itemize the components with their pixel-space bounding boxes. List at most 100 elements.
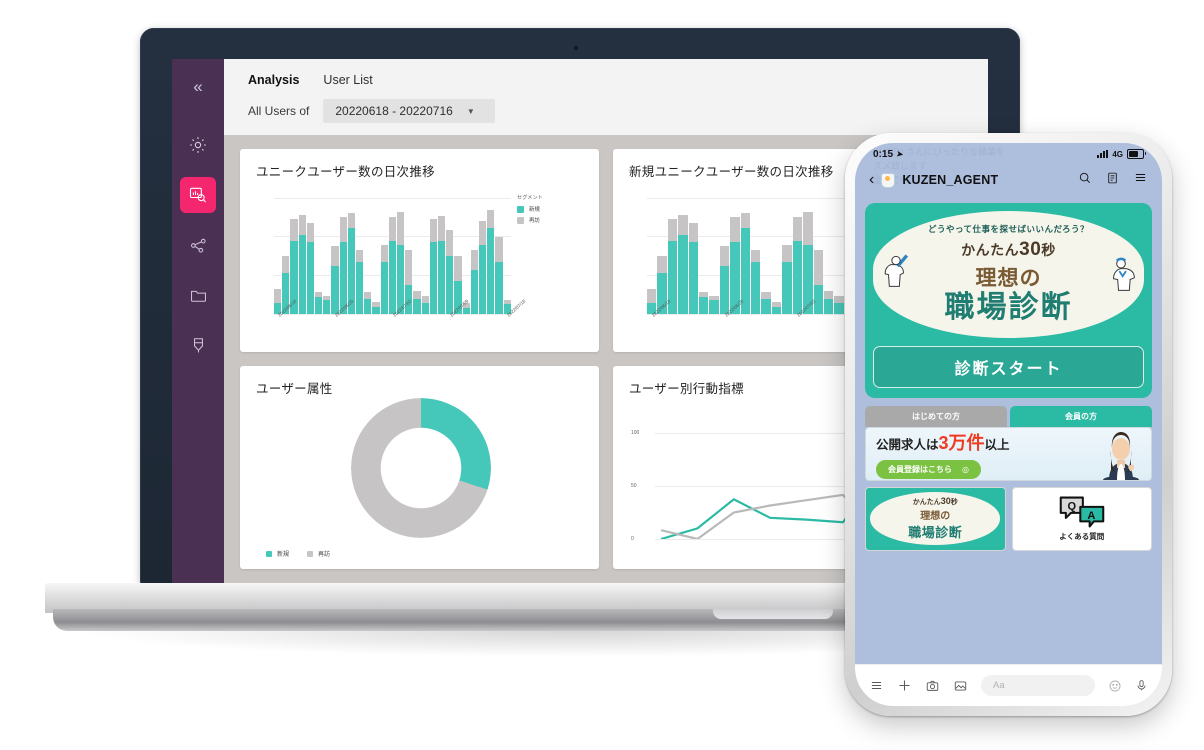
tab-user-list[interactable]: User List	[323, 73, 372, 87]
scene: « Analysis User List All Users of 202206…	[0, 0, 1204, 750]
plus-icon[interactable]	[897, 678, 912, 693]
legend-item: 新規	[517, 205, 583, 213]
message-input[interactable]: Aa	[981, 675, 1095, 696]
bar-segment-new	[487, 228, 495, 314]
camera-icon[interactable]	[925, 679, 940, 693]
chevron-down-icon: ▼	[466, 106, 475, 116]
mini-ideal: 理想の	[920, 510, 951, 522]
bar-column	[719, 198, 730, 314]
bar-column	[782, 198, 792, 314]
tab-member[interactable]: 会員の方	[1010, 405, 1152, 427]
y-tick-0: 0	[631, 536, 634, 542]
bar-segment-new	[380, 261, 388, 314]
bar-segment-return	[282, 256, 290, 273]
mini-duration: かんたん30秒	[913, 496, 958, 507]
back-icon[interactable]: ‹	[869, 172, 874, 188]
tab-analysis[interactable]: Analysis	[248, 73, 299, 87]
status-time: 0:15	[873, 148, 894, 160]
bar-column	[347, 198, 356, 314]
bar-column	[667, 198, 678, 314]
bar-segment-return	[405, 250, 413, 285]
mini-card-faq[interactable]: Q A よくある質問	[1011, 486, 1152, 551]
member-register-button[interactable]: 会員登録はこちら ◎	[876, 459, 981, 479]
bar-segment-return	[347, 213, 356, 229]
bar-column	[699, 198, 709, 314]
bar-segment-return	[446, 229, 454, 256]
mini-card-diagnosis[interactable]: かんたん30秒 理想の 職場診断	[865, 486, 1006, 551]
bar-segment-return	[792, 217, 803, 241]
image-icon[interactable]	[953, 679, 968, 693]
bar-segment-new	[306, 242, 315, 314]
bar-column	[688, 198, 699, 314]
bar-segment-new	[782, 261, 792, 314]
bar-segment-return	[397, 211, 405, 245]
bar-segment-return	[823, 290, 834, 299]
sidebar-item-folder[interactable]	[180, 277, 216, 313]
mini-easy-number: 30	[940, 495, 951, 506]
bar-segment-return	[740, 213, 751, 229]
chat-input-bar: Aa	[855, 664, 1162, 706]
bar-column	[397, 198, 405, 314]
document-icon[interactable]	[1106, 171, 1119, 190]
avatar	[881, 172, 896, 188]
bar-column	[657, 198, 667, 314]
bar-segment-return	[834, 296, 844, 303]
promo-oval: どうやって仕事を探せばいいんだろう？ かんたん30秒 理想の 職場診断	[873, 211, 1144, 338]
bar-segment-new	[315, 297, 323, 314]
svg-text:A: A	[1087, 510, 1095, 522]
bar-column	[470, 198, 479, 314]
pen-icon	[189, 336, 208, 355]
job-banner[interactable]: 公開求人は3万件以上 会員登録はこちら ◎	[865, 426, 1152, 481]
date-range-select[interactable]: 20220618 - 20220716 ▼	[323, 99, 496, 123]
legend-item: 新規	[266, 549, 289, 558]
bar-segment-new	[792, 240, 803, 314]
legend-item: 再訪	[307, 549, 330, 558]
person-photo	[1103, 431, 1139, 480]
chart-area: 新規 再訪	[256, 398, 585, 561]
bar-segment-return	[421, 296, 429, 303]
search-icon[interactable]	[1078, 171, 1092, 190]
analytics-icon	[188, 185, 208, 205]
bar-column	[813, 198, 823, 314]
card-unique-users: ユニークユーザー数の日次推移 2022/06/18 2022/06/25 2022	[240, 149, 599, 352]
legend-title: セグメント	[517, 195, 544, 201]
bar-column	[331, 198, 339, 314]
bar-column	[454, 198, 462, 314]
bar-segment-return	[454, 256, 462, 281]
card-user-attributes: ユーザー属性 新規 再訪	[240, 366, 599, 569]
mic-icon[interactable]	[1135, 678, 1148, 693]
x-axis-ticks: 2022/06/182022/06/252022/07/022022/07/09…	[274, 299, 526, 340]
mini-main-title: 職場診断	[908, 524, 963, 540]
promo-ideal: 理想の	[975, 267, 1042, 290]
webcam-icon	[573, 45, 579, 51]
bar-column	[413, 198, 421, 314]
menu-icon[interactable]	[869, 679, 884, 692]
sidebar-collapse-icon[interactable]: «	[180, 69, 216, 105]
bar-segment-new	[751, 261, 761, 314]
tab-first-time[interactable]: はじめての方	[865, 405, 1007, 427]
bar-column	[372, 198, 380, 314]
emoji-icon[interactable]	[1108, 679, 1122, 693]
person-illustration-right	[1112, 257, 1135, 291]
diagnosis-start-button[interactable]: 診断スタート	[873, 345, 1144, 388]
promo-card[interactable]: どうやって仕事を探せばいいんだろう？ かんたん30秒 理想の 職場診断 診断スタ…	[865, 203, 1152, 398]
bar-column	[290, 198, 298, 314]
sidebar-item-edit[interactable]	[180, 327, 216, 363]
bar-column	[761, 198, 771, 314]
bar-column	[730, 198, 740, 314]
sidebar-item-settings[interactable]	[180, 127, 216, 163]
bar-segment-return	[290, 218, 298, 241]
bar-column	[438, 198, 446, 314]
bar-column	[678, 198, 688, 314]
menu-icon[interactable]	[1133, 171, 1148, 189]
bar-segment-return	[331, 246, 339, 266]
bar-segment-return	[298, 214, 306, 236]
donut-ring	[350, 398, 491, 538]
bar-segment-new	[761, 298, 771, 314]
bar-segment-new	[771, 307, 782, 314]
legend-swatch-return	[307, 550, 314, 557]
sidebar-item-share[interactable]	[180, 227, 216, 263]
sidebar-item-analytics[interactable]	[180, 177, 216, 213]
bar-segment-new	[688, 242, 699, 314]
bar-segment-new	[813, 285, 823, 314]
